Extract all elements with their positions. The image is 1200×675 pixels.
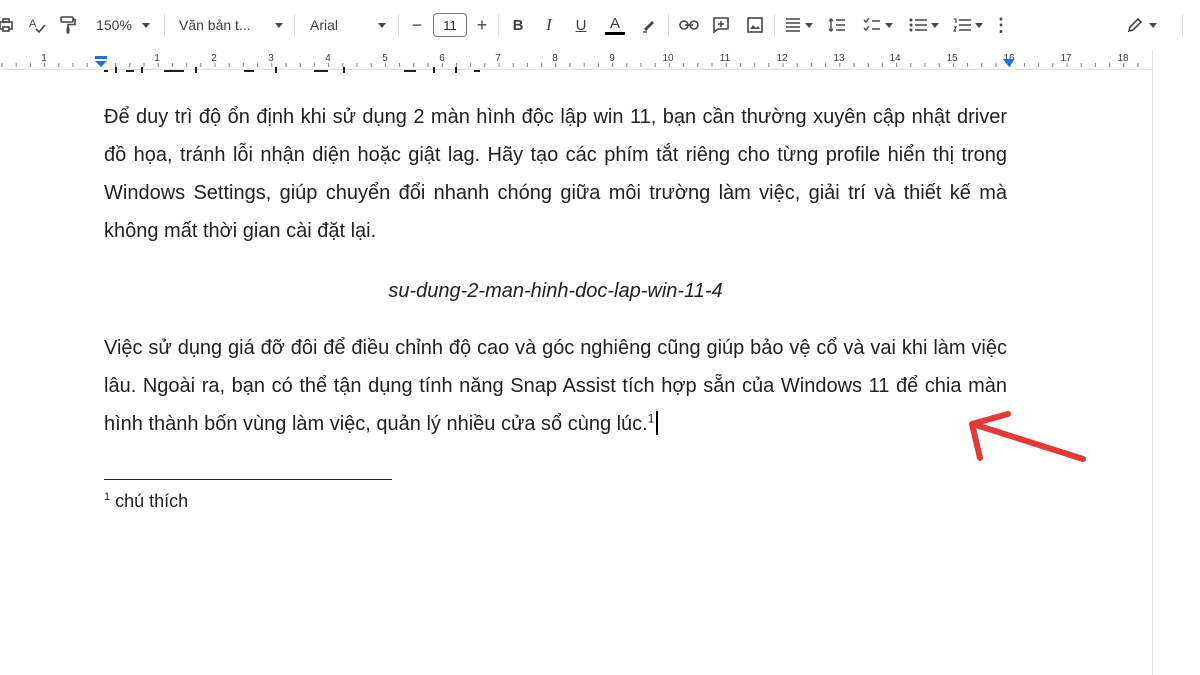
bold-button[interactable]: B <box>509 12 527 38</box>
body-paragraph[interactable]: Việc sử dụng giá đỡ đôi để điều chỉnh độ… <box>104 329 1007 443</box>
zoom-value: 150% <box>96 17 132 33</box>
footnote-number: 1 <box>104 491 111 503</box>
toolbar-divider <box>1182 14 1183 36</box>
align-select[interactable] <box>782 12 816 38</box>
toolbar-divider <box>294 14 295 36</box>
ruler-number: 10 <box>662 53 674 64</box>
zoom-select[interactable]: 150% <box>92 12 154 38</box>
line-spacing-icon[interactable] <box>826 12 848 38</box>
image-caption[interactable]: su-dung-2-man-hinh-doc-lap-win-11-4 <box>104 276 1007 306</box>
ruler-number: 12 <box>776 53 788 64</box>
font-family-select[interactable]: Arial <box>310 12 386 38</box>
ruler-number: 14 <box>889 53 901 64</box>
svg-text:A: A <box>29 18 37 30</box>
checklist-select[interactable] <box>858 12 898 38</box>
insert-image-icon[interactable] <box>744 12 766 38</box>
chevron-down-icon <box>885 22 893 28</box>
print-icon[interactable] <box>0 12 14 38</box>
footnote-reference[interactable]: 1 <box>648 411 655 425</box>
chevron-down-icon <box>141 22 150 28</box>
body-paragraph[interactable]: Để duy trì độ ổn định khi sử dụng 2 màn … <box>104 98 1007 250</box>
font-family-value: Arial <box>310 17 339 33</box>
ruler-number: 8 <box>552 53 558 64</box>
font-size-field[interactable]: 11 <box>433 12 467 38</box>
ruler-number: 13 <box>833 53 845 64</box>
footnote[interactable]: 1 chú thích <box>104 491 188 512</box>
text-color-swatch <box>605 31 625 35</box>
chevron-down-icon <box>975 22 983 28</box>
add-comment-icon[interactable] <box>710 12 732 38</box>
italic-button[interactable]: I <box>540 12 558 38</box>
ruler-number: 9 <box>609 53 615 64</box>
paragraph-style-value: Văn bản t... <box>179 17 251 33</box>
text-color-button[interactable]: A <box>604 12 626 38</box>
footnote-separator <box>104 479 392 480</box>
paint-format-icon[interactable] <box>58 12 78 38</box>
text-cursor <box>656 411 659 435</box>
link-icon[interactable] <box>678 12 700 38</box>
paragraph-style-select[interactable]: Văn bản t... <box>179 12 283 38</box>
document-page[interactable]: Để duy trì độ ổn định khi sử dụng 2 màn … <box>0 67 1152 675</box>
numbered-list-select[interactable] <box>948 12 988 38</box>
underline-button[interactable]: U <box>572 12 590 38</box>
decrease-font-size-button[interactable]: − <box>408 12 426 38</box>
bulleted-list-select[interactable] <box>904 12 944 38</box>
toolbar-divider <box>668 14 669 36</box>
font-size-value: 11 <box>433 13 467 37</box>
ruler-number: 15 <box>946 53 958 64</box>
chevron-down-icon <box>275 22 283 28</box>
chevron-down-icon <box>378 22 386 28</box>
increase-font-size-button[interactable]: + <box>473 12 491 38</box>
highlighter-icon[interactable] <box>640 12 658 38</box>
previous-heading-fragment <box>104 55 504 75</box>
ruler-number: 18 <box>1117 53 1129 64</box>
toolbar-divider <box>164 14 165 36</box>
toolbar-divider <box>498 14 499 36</box>
scrollbar-gutter[interactable] <box>1152 50 1153 675</box>
ruler-number: 11 <box>719 53 731 64</box>
ruler-number: 17 <box>1060 53 1072 64</box>
ruler-number: 1 <box>41 53 47 64</box>
editing-mode-select[interactable] <box>1122 12 1162 38</box>
chevron-down-icon <box>805 22 813 28</box>
paragraph-text: Việc sử dụng giá đỡ đôi để điều chỉnh độ… <box>104 337 1007 435</box>
toolbar: A 150% Văn bản t... Arial − 11 + B I U A <box>0 0 1200 50</box>
toolbar-divider <box>774 14 775 36</box>
chevron-down-icon <box>931 22 939 28</box>
right-indent-marker-icon[interactable] <box>1002 58 1016 68</box>
toolbar-divider <box>398 14 399 36</box>
footnote-text: chú thích <box>115 491 189 511</box>
annotation-arrow-icon <box>969 411 1086 462</box>
text-color-label: A <box>609 14 620 32</box>
more-options-button[interactable]: ⋮ <box>992 12 1010 38</box>
chevron-down-icon <box>1149 22 1157 28</box>
spellcheck-icon[interactable]: A <box>27 12 47 38</box>
